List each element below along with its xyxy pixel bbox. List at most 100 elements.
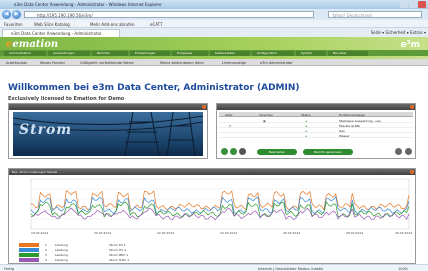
- table-panel-header: [217, 104, 415, 110]
- legend-name: Strom EV 1: [109, 243, 126, 247]
- browser-tab[interactable]: e3m Data Center Anwendung - Administrato…: [2, 29, 120, 37]
- x-tick-label: 20.03.2014: [94, 231, 111, 235]
- col-header-function: Funktion/Anzeige: [339, 112, 365, 117]
- x-tick-label: 18.03.2014: [31, 231, 48, 235]
- close-button[interactable]: [418, 1, 426, 8]
- toolbar-years[interactable]: Meine bedienbaren Jahre: [160, 61, 204, 65]
- app-logo: eemation: [6, 39, 59, 50]
- legend-unit: Leistung: [55, 253, 68, 257]
- tab-title: e3m Data Center Anwendung - Administrato…: [11, 31, 102, 36]
- search-input[interactable]: Yahoo! Deutschland: [328, 11, 422, 18]
- panel-close-icon[interactable]: [202, 105, 206, 109]
- security-zone: Internet | Geschützter Modus: Inaktiv: [258, 266, 324, 271]
- fav-link-addons[interactable]: Mehr Add-ons abrufen: [90, 22, 135, 27]
- favorites-button[interactable]: Favoriten: [4, 22, 23, 27]
- status-icon: ➜: [305, 133, 308, 138]
- chart-panel-header: Bsp. Strom Leistungen Tabelle: [9, 169, 415, 175]
- add-icon[interactable]: [230, 148, 237, 155]
- legend-swatch: [19, 258, 39, 262]
- table-header-row: Aktiv Vorschau Status Funktion/Anzeige: [219, 112, 413, 117]
- legend-name: Strom Trafo 1: [109, 258, 130, 262]
- col-header-preview: Vorschau: [259, 112, 273, 117]
- legend-swatch: [19, 243, 39, 247]
- app-logo-right: e³m: [400, 40, 420, 50]
- next-page-icon[interactable]: [405, 148, 412, 155]
- strom-caption: Strom: [19, 122, 73, 138]
- col-header-status: Status: [301, 112, 311, 117]
- window-controls: [400, 1, 426, 8]
- image-panel: Strom: [8, 103, 208, 159]
- menu-item-system[interactable]: System: [296, 50, 326, 56]
- legend-name: Strom BDV 1: [109, 253, 129, 257]
- browser-tabstrip: e3m Data Center Anwendung - Administrato…: [0, 28, 428, 37]
- url-text: http://195.190.190.56/e3m/: [37, 12, 93, 18]
- status-text: Fertig: [4, 266, 14, 271]
- app-menubar: Administration Auswertungen Berichte Ein…: [0, 50, 428, 56]
- favorites-bar: Favoriten Web Slice Katalog Mehr Add-ons…: [0, 20, 428, 28]
- legend-swatch: [19, 248, 39, 252]
- browser-titlebar: e3m Data Center Anwendung - Administrato…: [0, 0, 428, 9]
- menu-item-kostenstellen[interactable]: Kostenstellen: [210, 50, 250, 56]
- edit-button[interactable]: Bearbeiten: [257, 148, 297, 155]
- legend-name: Strom HV 1: [109, 248, 127, 252]
- legend-row[interactable]: 4 Leistung Strom Trafo 1: [9, 258, 415, 263]
- chart-panel: Bsp. Strom Leistungen Tabelle 18.03.2014…: [8, 168, 416, 264]
- back-icon[interactable]: ◀: [2, 10, 11, 19]
- generate-report-button[interactable]: Bericht generieren: [303, 148, 353, 155]
- function-table-panel: Aktiv Vorschau Status Funktion/Anzeige ▣…: [216, 103, 416, 159]
- menu-item-auswertungen[interactable]: Auswertungen: [48, 50, 90, 56]
- address-bar: ◀ ▶ http://195.190.190.56/e3m/ Yahoo! De…: [0, 9, 428, 20]
- app-toolbar: Arbeitsplatz Neues Fenster Gültigkeit: v…: [0, 59, 428, 66]
- page-title: Willkommen bei e3m Data Center, Administ…: [8, 83, 300, 93]
- chart-title: Bsp. Strom Leistungen Tabelle: [12, 170, 58, 174]
- line-chart: 18.03.2014 20.03.2014 22.03.2014 24.03.2014…: [30, 178, 412, 235]
- x-axis-ticks: 18.03.2014 20.03.2014 22.03.2014 24.03.2014…: [31, 231, 412, 235]
- col-header-active: Aktiv: [225, 112, 233, 117]
- forward-icon[interactable]: ▶: [12, 10, 21, 19]
- chart-legend: 1 Leistung Strom EV 1 2 Leistung Strom H…: [9, 243, 415, 265]
- legend-unit: Leistung: [55, 258, 68, 262]
- legend-index: 4: [45, 258, 47, 262]
- browser-statusbar: Fertig Internet | Geschützter Modus: Ina…: [0, 264, 428, 271]
- toolbar-validity[interactable]: Gültigkeit: verbleibende Werte: [80, 61, 134, 65]
- legend-index: 3: [45, 253, 47, 257]
- fav-link-ecatt[interactable]: eCATT: [150, 22, 163, 27]
- fav-link-webslice[interactable]: Web Slice Katalog: [34, 22, 70, 27]
- refresh-icon[interactable]: [221, 148, 228, 155]
- settings-icon[interactable]: [239, 148, 246, 155]
- row-name: Wasser: [339, 133, 350, 138]
- panel-close-icon[interactable]: [410, 105, 414, 109]
- menu-item-administration[interactable]: Administration: [4, 50, 46, 56]
- legend-unit: Leistung: [55, 243, 68, 247]
- minimize-button[interactable]: [400, 1, 408, 8]
- x-tick-label: 28.03.2014: [346, 231, 363, 235]
- maximize-button[interactable]: [409, 1, 417, 8]
- x-tick-label: 30.03.2014: [395, 231, 412, 235]
- toolbar-user: e3m Administrator: [260, 60, 293, 65]
- prev-page-icon[interactable]: [395, 148, 402, 155]
- menu-item-konfiguration[interactable]: Konfiguration: [252, 50, 294, 56]
- zoom-level[interactable]: 100%: [398, 267, 408, 271]
- menu-item-ereignisse[interactable]: Ereignisse: [172, 50, 208, 56]
- menu-item-benutzer[interactable]: Benutzer: [328, 50, 368, 56]
- browser-title: e3m Data Center Anwendung - Administrato…: [14, 1, 162, 7]
- legend-index: 1: [45, 243, 47, 247]
- legend-unit: Leistung: [55, 248, 68, 252]
- browser-tools-menu[interactable]: Seite ▾ Sicherheit ▾ Extras ▾: [371, 30, 426, 35]
- table-row[interactable]: ➜ Wasser: [219, 133, 413, 138]
- panel-close-icon[interactable]: [410, 170, 414, 174]
- url-input[interactable]: http://195.190.190.56/e3m/: [24, 11, 314, 18]
- x-tick-label: 22.03.2014: [157, 231, 174, 235]
- toolbar-arbeitsplatz[interactable]: Arbeitsplatz: [6, 61, 27, 65]
- license-notice: Exclusively licensed to Emation for Demo: [8, 96, 125, 102]
- x-tick-label: 26.03.2014: [283, 231, 300, 235]
- menu-item-berichte[interactable]: Berichte: [92, 50, 128, 56]
- toolbar-new-window[interactable]: Neues Fenster: [40, 61, 65, 65]
- x-tick-label: 24.03.2014: [220, 231, 237, 235]
- strom-image: Strom: [13, 112, 203, 156]
- search-placeholder: Yahoo! Deutschland: [332, 12, 372, 18]
- menu-item-einstellungen[interactable]: Einstellungen: [130, 50, 170, 56]
- toolbar-line-display[interactable]: Linienanzeige: [222, 61, 246, 65]
- legend-swatch: [19, 253, 39, 257]
- image-panel-header: [9, 104, 207, 110]
